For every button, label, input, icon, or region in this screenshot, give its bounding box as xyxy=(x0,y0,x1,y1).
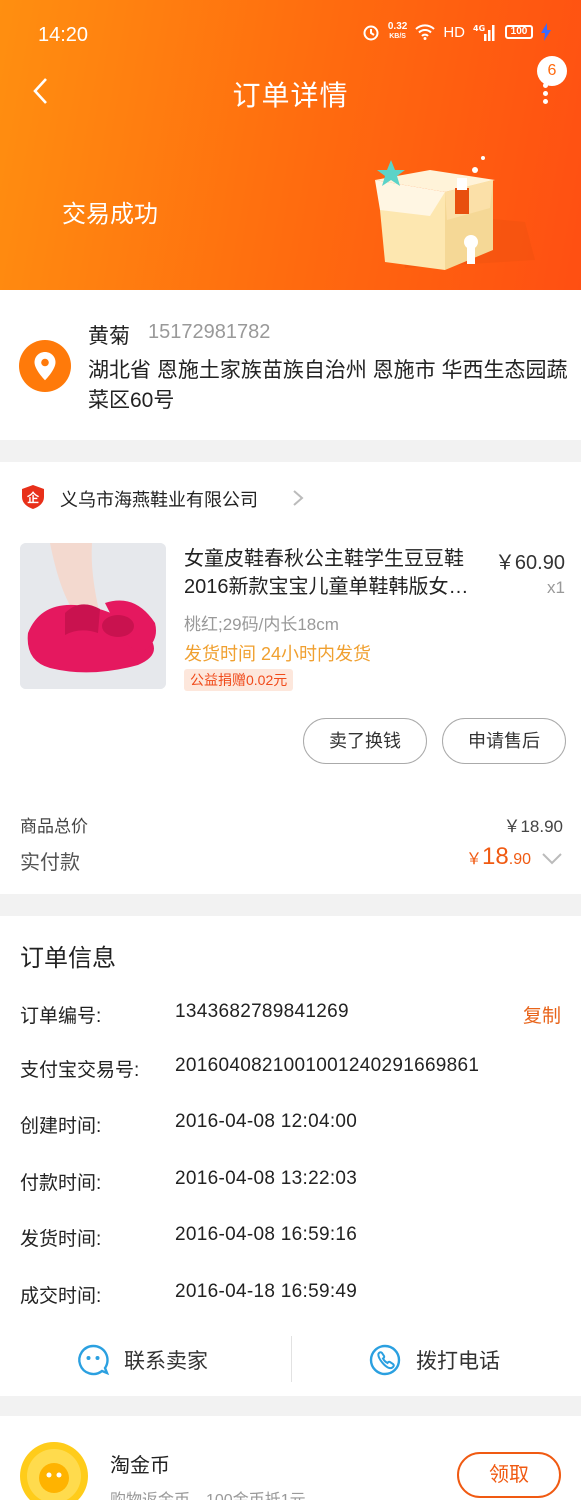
product-quantity: x1 xyxy=(547,578,565,597)
product-price: ￥60.90 xyxy=(494,552,565,574)
order-info-title: 订单信息 xyxy=(20,945,116,972)
closed-time-label: 成交时间: xyxy=(20,1286,102,1307)
chat-face-icon xyxy=(78,1344,110,1376)
page-title: 订单详情 xyxy=(232,80,349,111)
svg-text:4G: 4G xyxy=(473,24,485,33)
phone-icon xyxy=(369,1344,401,1376)
clock: 14:20 xyxy=(38,24,89,46)
claim-coins-button[interactable]: 领取 xyxy=(457,1452,561,1498)
contact-seller-button[interactable]: 联系卖家 xyxy=(76,1340,208,1380)
shipping-time: 发货时间 24小时内发货 xyxy=(184,644,372,664)
paid-amount: ￥18.90 xyxy=(466,843,531,870)
gift-box-illustration xyxy=(375,156,535,270)
chevron-down-icon[interactable] xyxy=(541,852,563,866)
goods-total-label: 商品总价 xyxy=(20,817,88,836)
chevron-right-icon[interactable] xyxy=(292,489,304,507)
status-icons: 0.32 KB/S HD 4G 100 xyxy=(362,22,551,42)
after-sale-button[interactable]: 申请售后 xyxy=(442,718,566,764)
product-title[interactable]: 女童皮鞋春秋公主鞋学生豆豆鞋2016新款宝宝儿童单鞋韩版女… xyxy=(184,545,484,601)
paid-label: 实付款 xyxy=(20,852,80,874)
paid-time-label: 付款时间: xyxy=(20,1173,102,1194)
shop-name[interactable]: 义乌市海燕鞋业有限公司 xyxy=(60,486,258,512)
order-number-label: 订单编号: xyxy=(20,1006,102,1027)
message-badge: 6 xyxy=(537,56,567,86)
created-time-label: 创建时间: xyxy=(20,1116,102,1137)
closed-time-value: 2016-04-18 16:59:49 xyxy=(175,1281,358,1302)
coins-title: 淘金币 xyxy=(110,1455,170,1477)
recipient-phone: 15172981782 xyxy=(148,321,271,343)
charging-icon xyxy=(541,23,551,41)
order-info-card xyxy=(0,916,581,1396)
coins-subtitle: 购物返金币，100金币抵1元 xyxy=(110,1486,306,1500)
svg-text:企: 企 xyxy=(26,490,40,505)
call-button[interactable]: 拨打电话 xyxy=(368,1340,500,1380)
gold-coin-icon xyxy=(20,1442,88,1500)
copy-button[interactable]: 复制 xyxy=(523,1001,561,1028)
shoe-image xyxy=(20,543,166,689)
shipped-time-label: 发货时间: xyxy=(20,1229,102,1250)
status-bar: 14:20 0.32 KB/S HD 4G 100 xyxy=(38,22,551,50)
shop-badge-icon: 企 xyxy=(22,485,44,509)
paid-time-value: 2016-04-08 13:22:03 xyxy=(175,1168,358,1189)
network-label: HD xyxy=(443,23,465,41)
recipient-name: 黄菊 xyxy=(88,325,130,348)
contact-divider xyxy=(291,1336,292,1382)
battery-icon: 100 xyxy=(505,25,533,39)
product-thumbnail[interactable] xyxy=(20,543,166,689)
created-time-value: 2016-04-08 12:04:00 xyxy=(175,1111,358,1132)
nav-bar: 订单详情 xyxy=(0,70,581,114)
charity-tag: 公益捐赠0.02元 xyxy=(184,669,294,691)
alarm-icon xyxy=(363,25,379,41)
goods-total-value: ￥18.90 xyxy=(503,817,563,836)
order-header: 14:20 0.32 KB/S HD 4G 100 订单详情 6 交易成功 xyxy=(0,0,581,290)
net-speed: 0.32 KB/S xyxy=(387,21,408,41)
shipped-time-value: 2016-04-08 16:59:16 xyxy=(175,1224,358,1245)
recipient-address: 湖北省 恩施土家族苗族自治州 恩施市 华西生态园蔬菜区60号 xyxy=(88,359,568,412)
wifi-icon xyxy=(415,24,436,40)
alipay-trade-label: 支付宝交易号: xyxy=(20,1060,140,1081)
order-status: 交易成功 xyxy=(62,201,158,228)
signal-icon: 4G xyxy=(473,24,495,41)
alipay-trade-value: 2016040821001001240291669861 xyxy=(175,1055,480,1076)
product-sku: 桃红;29码/内长18cm xyxy=(184,615,339,634)
order-number-value: 1343682789841269 xyxy=(175,1001,349,1022)
location-pin-icon xyxy=(19,340,71,392)
sell-button[interactable]: 卖了换钱 xyxy=(303,718,427,764)
